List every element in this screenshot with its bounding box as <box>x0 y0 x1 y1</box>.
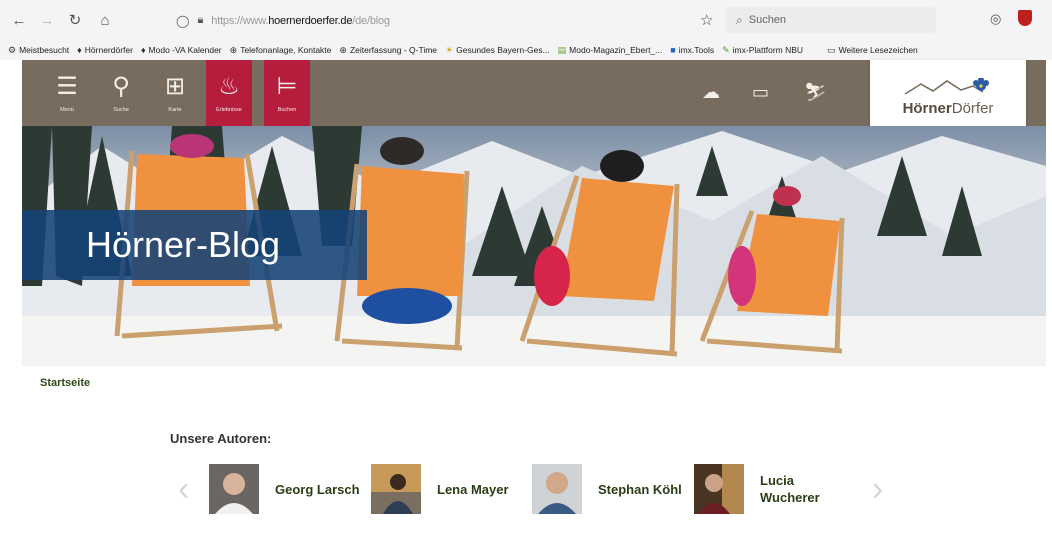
bookmark-modo-magazin[interactable]: ▤ Modo-Magazin_Ebert_... <box>558 45 663 56</box>
author-name[interactable]: Lucia Wucherer <box>760 472 840 506</box>
ski-icon[interactable]: ⛷ <box>804 82 827 103</box>
campfire-icon: ♨ <box>218 73 240 100</box>
blog-title-banner: Hörner-Blog <box>22 210 367 280</box>
nav-menu[interactable]: ☰ Menü <box>44 60 90 126</box>
page-title: Hörner-Blog <box>86 224 281 265</box>
bookmark-star-icon[interactable]: ☆ <box>700 11 713 29</box>
map-icon: ⊞ <box>164 73 186 100</box>
mountain-logo-icon <box>904 77 989 95</box>
author-name[interactable]: Lena Mayer <box>437 481 509 498</box>
folder-icon: ▭ <box>827 44 836 55</box>
bookmark-gesundes-bayern[interactable]: ☀ Gesundes Bayern-Ges... <box>445 45 550 56</box>
avatar <box>209 464 259 514</box>
nav-map[interactable]: ⊞ Karte <box>152 60 198 126</box>
url-text: https://www.hoernerdoerfer.de/de/blog <box>211 14 390 27</box>
bookmark-imx-plattform[interactable]: ✎ imx-Plattform NBU <box>722 45 803 56</box>
carousel-prev-icon[interactable]: ‹ <box>178 470 189 509</box>
search-icon: ⌕ <box>736 12 743 27</box>
bookmark-weitere[interactable]: ▭ Weitere Lesezeichen <box>827 45 918 56</box>
author-item[interactable]: Georg Larsch <box>209 464 360 514</box>
pin-icon: ♦ <box>77 45 82 55</box>
bookmark-imx-tools[interactable]: ■ imx.Tools <box>670 45 714 55</box>
search-icon: ⚲ <box>112 73 130 100</box>
lock-icon[interactable]: 🔒︎ <box>197 14 203 27</box>
hamburger-icon: ☰ <box>56 73 78 100</box>
avatar <box>694 464 744 514</box>
author-item[interactable]: Lena Mayer <box>371 464 509 514</box>
ublock-icon[interactable] <box>1018 10 1032 26</box>
globe-icon: ⊕ <box>229 44 238 55</box>
author-item[interactable]: Stephan Köhl <box>532 464 682 514</box>
search-input[interactable]: ⌕ Suchen <box>726 7 936 33</box>
browser-toolbar: ← → ↻ ⌂ ◯ 🔒︎ https://www.hoernerdoerfer.… <box>0 0 1052 40</box>
avatar <box>371 464 421 514</box>
bed-icon: ⊨ <box>276 73 298 100</box>
author-item[interactable]: Lucia Wucherer <box>694 464 840 514</box>
weather-icon[interactable]: ☁ <box>702 82 720 103</box>
bookmark-hoernerdoerfer[interactable]: ♦ Hörnerdörfer <box>77 45 133 55</box>
bookmarks-bar: ⚙ Meistbesucht ♦ Hörnerdörfer ♦ Modo -VA Ka… <box>0 40 1052 60</box>
forward-icon[interactable]: → <box>34 7 60 33</box>
nav-search[interactable]: ⚲ Suche <box>98 60 144 126</box>
bookmark-telefonanlage[interactable]: ⊕ Telefonanlage, Kontakte <box>230 45 332 56</box>
pin-icon: ♦ <box>140 45 146 55</box>
logo-text: HörnerDörfer <box>902 99 994 117</box>
gear-icon: ⚙ <box>8 44 17 55</box>
reload-icon[interactable]: ↻ <box>62 7 88 33</box>
tracking-shield-icon[interactable]: ◯ <box>176 14 189 28</box>
bookmark-zeiterfassung[interactable]: ⊕ Zeiterfassung - Q-Time <box>339 45 437 56</box>
avatar <box>532 464 582 514</box>
search-placeholder: Suchen <box>748 14 787 26</box>
hero-image: Hörner-Blog <box>22 126 1046 366</box>
nav-booking[interactable]: ⊨ Buchen <box>264 60 310 126</box>
bookmark-meistbesucht[interactable]: ⚙ Meistbesucht <box>8 45 69 56</box>
site-logo[interactable]: HörnerDörfer <box>870 60 1026 134</box>
pocket-icon[interactable]: ◎ <box>990 11 1001 27</box>
carousel-next-icon[interactable]: › <box>872 470 883 509</box>
nav-experiences[interactable]: ♨ Erlebnisse <box>206 60 252 126</box>
pen-icon: ✎ <box>722 44 730 55</box>
home-icon[interactable]: ⌂ <box>92 7 118 33</box>
bookmark-modo-kalender[interactable]: ♦ Modo -VA Kalender <box>141 45 222 55</box>
author-name[interactable]: Stephan Köhl <box>598 481 682 498</box>
sun-icon: ☀ <box>445 44 454 55</box>
breadcrumb[interactable]: Startseite <box>40 377 90 389</box>
authors-heading: Unsere Autoren: <box>170 431 272 446</box>
back-icon[interactable]: ← <box>6 7 32 33</box>
address-bar[interactable]: ◯ 🔒︎ https://www.hoernerdoerfer.de/de/bl… <box>176 8 696 33</box>
square-icon: ■ <box>670 45 676 55</box>
webcam-icon[interactable]: ▭ <box>752 82 769 103</box>
breadcrumb-home[interactable]: Startseite <box>40 377 90 389</box>
document-icon: ▤ <box>557 44 567 55</box>
globe-icon: ⊕ <box>339 44 347 55</box>
author-name[interactable]: Georg Larsch <box>275 481 360 498</box>
